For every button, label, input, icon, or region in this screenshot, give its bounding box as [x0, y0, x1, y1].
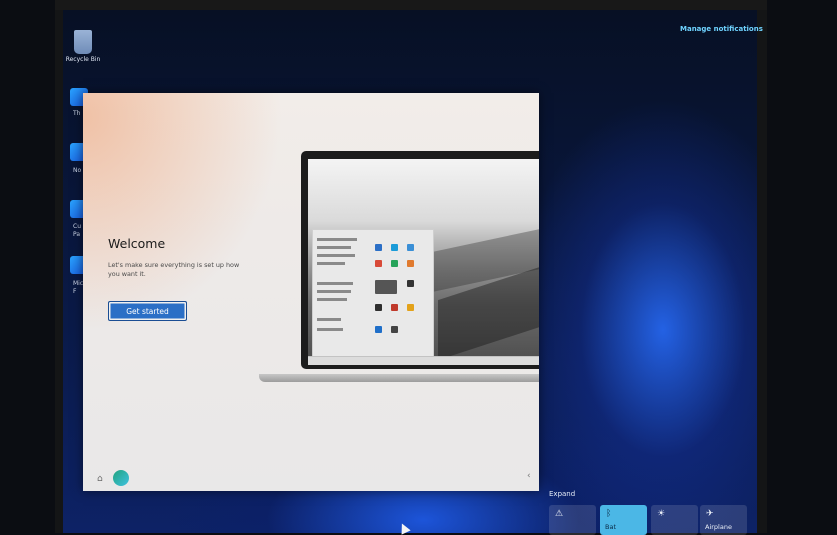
mini-app-tile	[391, 304, 398, 311]
page-subtitle: Let's make sure everything is set up how…	[108, 261, 240, 278]
mini-app-tile	[375, 304, 382, 311]
quick-setting-label: Bat	[605, 523, 616, 531]
mini-menu-row	[317, 290, 351, 293]
home-icon[interactable]: ⌂	[97, 474, 103, 484]
laptop-base	[259, 374, 539, 382]
mini-app-tile	[407, 260, 414, 267]
recycle-bin-icon	[74, 30, 92, 54]
quick-setting-accessibility[interactable]: ⚠	[549, 505, 596, 535]
mini-app-tile	[407, 244, 414, 251]
mini-app-tile	[407, 280, 414, 287]
desktop-shortcut-label: Mic F	[73, 280, 84, 295]
desktop-shortcut-label: Cu Pa	[73, 223, 81, 238]
quick-setting-airplane[interactable]: ✈ Airplane	[700, 505, 747, 535]
mini-menu-row	[317, 318, 341, 321]
get-started-button[interactable]: Get started	[108, 301, 187, 321]
quick-setting-bluetooth[interactable]: ᛒ Bat	[600, 505, 647, 535]
mini-menu-row	[317, 282, 353, 285]
brightness-icon: ☀	[657, 509, 666, 519]
quick-setting-label: Airplane	[705, 523, 732, 531]
mini-menu-row	[317, 328, 343, 331]
mini-taskbar	[308, 356, 539, 365]
recycle-bin-desktop-icon[interactable]: Recycle Bin	[63, 30, 103, 63]
mini-menu-row	[317, 238, 357, 241]
mini-app-tile	[391, 326, 398, 333]
desktop-shortcut-label: No	[73, 167, 82, 174]
airplane-icon: ✈	[706, 509, 714, 519]
chevron-left-icon[interactable]: ‹	[527, 471, 531, 481]
quick-settings-expand[interactable]: Expand	[549, 490, 575, 498]
mini-menu-row	[317, 298, 347, 301]
mini-app-tile	[407, 304, 414, 311]
accessibility-icon: ⚠	[555, 509, 564, 519]
mini-menu-row	[317, 254, 355, 257]
laptop-display	[308, 159, 539, 365]
mini-app-tile	[375, 244, 382, 251]
mini-menu-row	[317, 262, 345, 265]
quick-setting-brightness[interactable]: ☀	[651, 505, 698, 535]
mini-start-menu	[312, 229, 434, 359]
mini-app-tile	[375, 260, 382, 267]
bluetooth-icon: ᛒ	[606, 509, 612, 519]
mini-app-tile	[375, 326, 382, 333]
mini-app-tile	[391, 260, 398, 267]
desktop-shortcut-label: Th	[73, 110, 81, 117]
recycle-bin-label: Recycle Bin	[65, 56, 101, 63]
laptop-illustration	[301, 151, 539, 369]
avatar[interactable]	[113, 470, 129, 486]
oobe-welcome-window: Welcome Let's make sure everything is se…	[83, 93, 539, 491]
mini-photo-tile	[375, 280, 397, 294]
manage-notifications-link[interactable]: Manage notifications	[680, 25, 763, 33]
mini-menu-row	[317, 246, 351, 249]
page-title: Welcome	[108, 236, 166, 251]
oobe-background-glow	[83, 93, 283, 333]
mini-app-tile	[391, 244, 398, 251]
